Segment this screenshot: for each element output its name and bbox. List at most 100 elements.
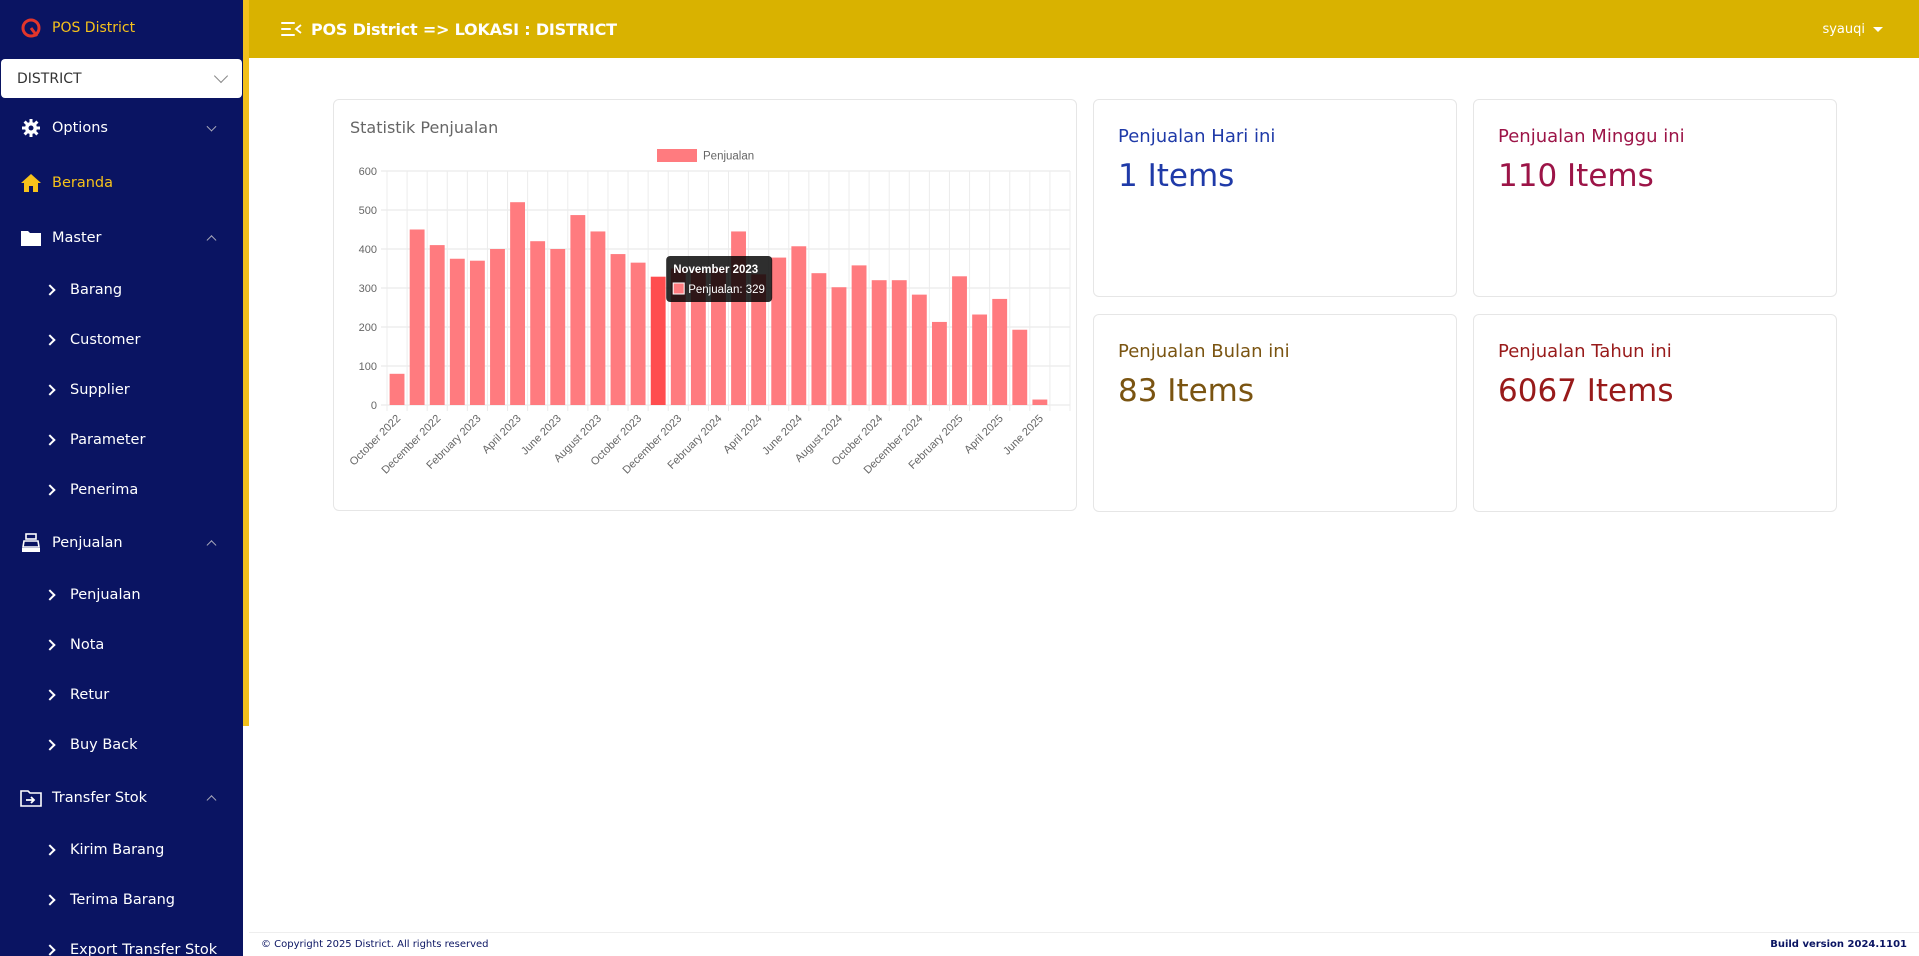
sidebar-subitem-label: Terima Barang [70, 892, 175, 908]
sidebar-item-label: Options [52, 119, 108, 136]
chevron-up-icon [206, 539, 217, 550]
chevron-right-icon [44, 739, 56, 751]
sidebar-item-penjualan[interactable]: Penjualan [0, 515, 243, 570]
chevron-right-icon [44, 844, 56, 856]
sidebar-subitem-penerima[interactable]: Penerima [0, 465, 243, 515]
chart-bar [389, 373, 405, 405]
location-select-value: DISTRICT [17, 70, 82, 87]
sidebar-subitem-retur[interactable]: Retur [0, 670, 243, 720]
stat-value: 83 Items [1118, 373, 1255, 409]
chevron-up-icon [206, 234, 217, 245]
chevron-right-icon [44, 589, 56, 601]
sidebar-item-master[interactable]: Master [0, 210, 243, 265]
sales-bar-chart[interactable]: 0100200300400500600October 2022December … [334, 100, 1078, 512]
menu-toggle-icon[interactable] [281, 22, 302, 36]
sidebar-subitem-buy-back[interactable]: Buy Back [0, 720, 243, 770]
y-tick-label: 400 [359, 244, 377, 256]
sidebar-subitem-barang[interactable]: Barang [0, 265, 243, 315]
chevron-right-icon [44, 484, 56, 496]
sidebar-subitem-penjualan[interactable]: Penjualan [0, 570, 243, 620]
chart-bar [972, 314, 988, 405]
chart-bar [630, 262, 646, 405]
y-tick-label: 300 [359, 283, 377, 295]
chart-bar [650, 276, 666, 405]
top-bar: POS District => LOKASI : DISTRICT syauqi [249, 0, 1919, 58]
chart-bar [590, 231, 606, 405]
chart-bar [771, 257, 787, 405]
sidebar-subitem-parameter[interactable]: Parameter [0, 415, 243, 465]
caret-down-icon [1873, 26, 1883, 32]
x-tick-label: April 2023 [480, 413, 524, 457]
chart-bar [851, 265, 867, 405]
chevron-down-icon [213, 68, 229, 84]
chart-bar [510, 202, 526, 405]
chart-bar [992, 298, 1008, 405]
chart-bar [469, 260, 485, 405]
sidebar-subitem-export-transfer-stok[interactable]: Export Transfer Stok [0, 925, 243, 956]
chart-bar [490, 249, 505, 405]
sidebar-item-transfer-stok[interactable]: Transfer Stok [0, 770, 243, 825]
sidebar-subitem-nota[interactable]: Nota [0, 620, 243, 670]
tooltip-body: Penjualan: 329 [688, 284, 765, 296]
chart-bar [1032, 399, 1048, 405]
chevron-right-icon [44, 894, 56, 906]
sidebar-item-label: Transfer Stok [52, 789, 148, 806]
chart-bar [429, 245, 445, 405]
chart-bar [610, 254, 626, 405]
stat-value: 6067 Items [1498, 373, 1674, 409]
stat-label: Penjualan Tahun ini [1498, 341, 1672, 362]
cash-register-icon [20, 532, 42, 554]
chart-bar [570, 215, 586, 405]
page-title: POS District => LOKASI : DISTRICT [311, 19, 617, 39]
sidebar-subitem-label: Export Transfer Stok [70, 942, 218, 956]
sidebar-subitem-terima-barang[interactable]: Terima Barang [0, 875, 243, 925]
chart-bar [911, 294, 927, 405]
sidebar-subitem-label: Penjualan [70, 587, 141, 603]
chart-bar [409, 229, 425, 405]
chart-bar [1012, 329, 1028, 405]
chart-bar [449, 258, 465, 405]
sidebar-subitem-kirim-barang[interactable]: Kirim Barang [0, 825, 243, 875]
chevron-right-icon [44, 284, 56, 296]
sidebar-item-options[interactable]: Options [0, 100, 243, 155]
folder-icon [20, 227, 42, 249]
chevron-down-icon [206, 121, 217, 132]
sidebar-item-label: Master [52, 229, 102, 246]
build-version: Build version 2024.1101 [1770, 939, 1907, 950]
sidebar-subitem-label: Retur [70, 687, 110, 703]
sidebar-item-beranda[interactable]: Beranda [0, 155, 243, 210]
location-select[interactable]: DISTRICT [1, 59, 242, 98]
gear-icon [20, 117, 42, 139]
x-tick-label: April 2024 [721, 413, 765, 457]
chevron-right-icon [44, 384, 56, 396]
sidebar-subitem-label: Barang [70, 282, 123, 298]
sidebar-item-label: Beranda [52, 174, 113, 191]
sidebar-subitem-label: Nota [70, 637, 105, 653]
stat-label: Penjualan Bulan ini [1118, 341, 1290, 362]
y-tick-label: 100 [359, 361, 377, 373]
brand[interactable]: POS District [0, 0, 243, 56]
legend-label: Penjualan [703, 151, 754, 163]
sidebar-subitem-label: Kirim Barang [70, 842, 165, 858]
stat-card-week: Penjualan Minggu ini 110 Items [1473, 99, 1837, 297]
x-tick-label: April 2025 [962, 413, 1006, 457]
brand-name: POS District [52, 20, 136, 36]
home-icon [20, 172, 42, 194]
user-name: syauqi [1822, 21, 1865, 37]
footer: © Copyright 2025 District. All rights re… [249, 932, 1919, 956]
chevron-right-icon [44, 639, 56, 651]
chart-bar [891, 280, 907, 405]
chart-bar [791, 246, 807, 405]
stat-label: Penjualan Hari ini [1118, 126, 1276, 147]
logo-icon [21, 18, 41, 38]
sidebar-item-label: Penjualan [52, 534, 123, 551]
chart-bar [831, 287, 847, 405]
y-tick-label: 500 [359, 205, 377, 217]
sidebar-subitem-customer[interactable]: Customer [0, 315, 243, 365]
y-tick-label: 0 [371, 400, 377, 412]
sidebar-subitem-supplier[interactable]: Supplier [0, 365, 243, 415]
user-menu[interactable]: syauqi [1822, 0, 1883, 58]
transfer-icon [20, 787, 42, 809]
stat-card-month: Penjualan Bulan ini 83 Items [1093, 314, 1457, 512]
chevron-right-icon [44, 689, 56, 701]
